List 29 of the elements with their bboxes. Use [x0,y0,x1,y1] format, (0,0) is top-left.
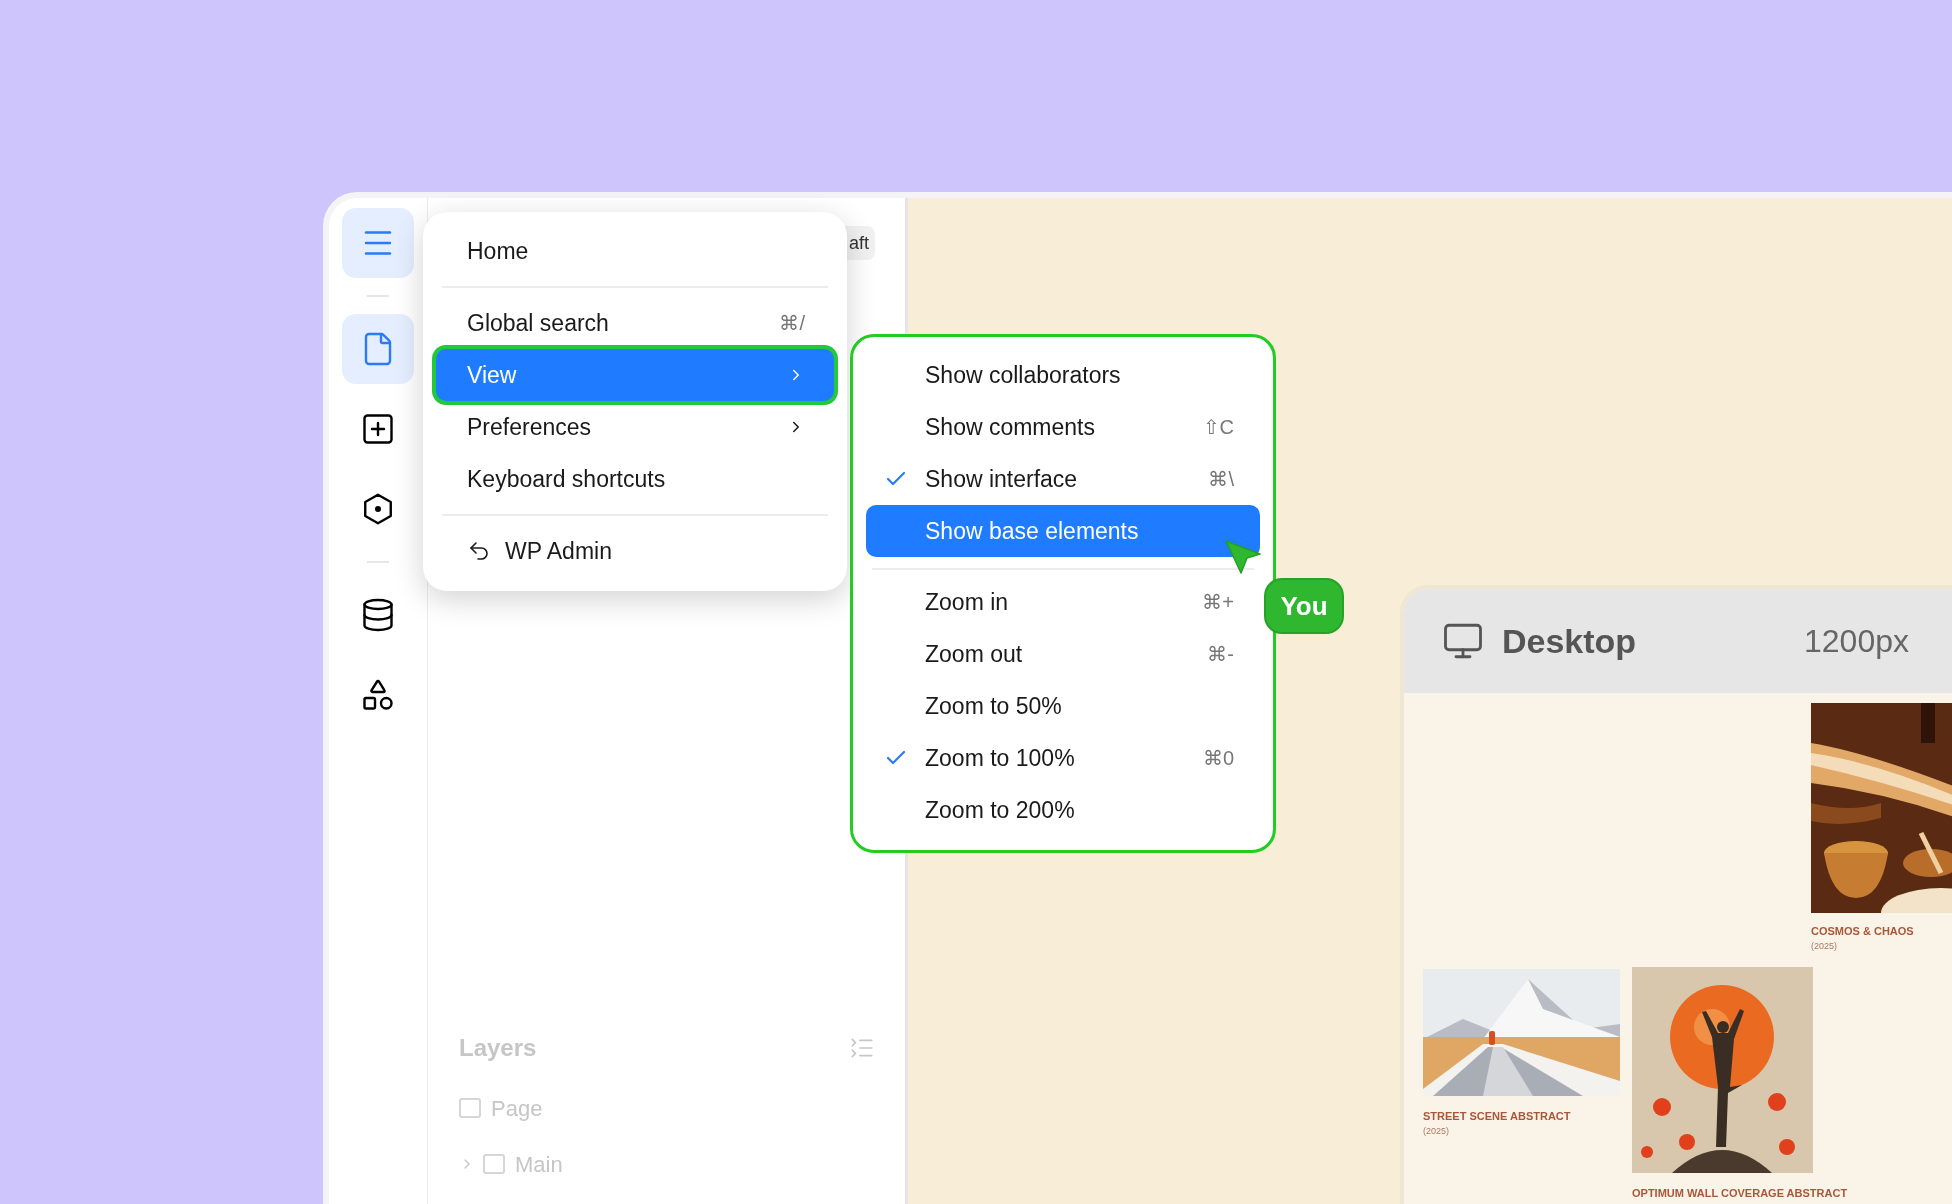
menu-item[interactable]: Global search ⌘/ [436,297,834,349]
layers-heading: Layers [459,1033,537,1063]
menu-item[interactable]: WP Admin [436,525,834,577]
artwork-year: (2025) [1423,1124,1450,1138]
add-icon [360,411,396,447]
menu-item[interactable]: Zoom to 100% ⌘0 [866,732,1260,784]
shapes-icon [360,677,396,713]
menu-item[interactable]: Keyboard shortcuts [436,453,834,505]
menu-item[interactable]: Zoom out ⌘- [866,628,1260,680]
cursor-label: You [1264,578,1344,634]
menu-item[interactable]: Zoom in ⌘+ [866,576,1260,628]
menu-item[interactable]: Show collaborators [866,349,1260,401]
artwork-year: (2025) [1811,939,1838,953]
device-label: Desktop [1502,620,1637,662]
artwork-title: OPTIMUM WALL COVERAGE ABSTRACT [1632,1186,1848,1201]
cursor-icon [1225,540,1261,574]
menu-item[interactable]: Show interface ⌘\ [866,453,1260,505]
undo-icon [467,539,491,563]
artwork-title: STREET SCENE ABSTRACT [1423,1109,1572,1124]
menu-item[interactable]: Show comments ⇧C [866,401,1260,453]
checkbox-icon [459,1098,481,1118]
menu-item[interactable]: Zoom to 200% [866,784,1260,836]
menu-item[interactable]: Preferences [436,401,834,453]
menu-item[interactable]: Zoom to 50% [866,680,1260,732]
width-label: 1200px [1804,622,1909,661]
checkbox-icon [483,1154,505,1174]
artwork-title: COSMOS & CHAOS [1811,924,1915,939]
database-icon [360,597,396,633]
menu-item[interactable]: Show base elements [866,505,1260,557]
